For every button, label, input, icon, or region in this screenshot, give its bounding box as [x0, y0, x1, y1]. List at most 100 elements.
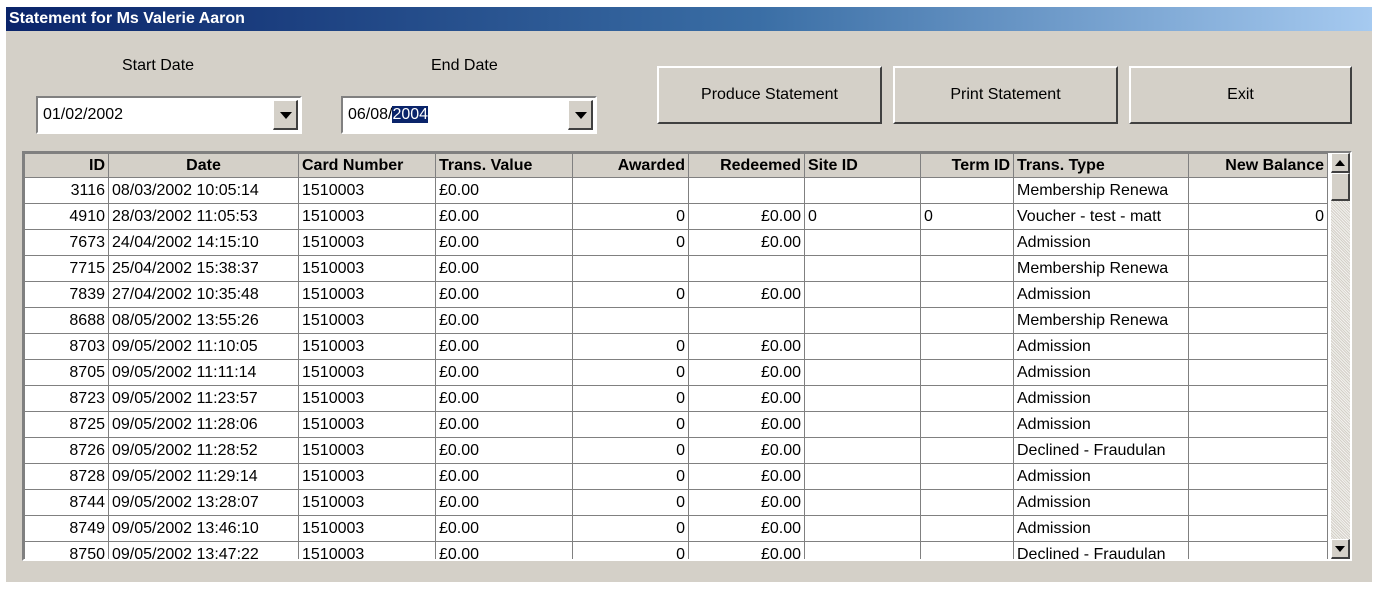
cell-date[interactable]: 09/05/2002 11:28:52 [108, 437, 299, 464]
cell-awarded[interactable]: 0 [572, 541, 689, 559]
cell-redeemed[interactable]: £0.00 [688, 359, 805, 386]
start-date-dropdown-button[interactable] [273, 100, 298, 130]
cell-trans-value[interactable]: £0.00 [435, 437, 573, 464]
scroll-up-button[interactable] [1331, 153, 1350, 173]
cell-trans-type[interactable]: Declined - Fraudulan [1013, 437, 1189, 464]
cell-redeemed[interactable]: £0.00 [688, 385, 805, 412]
cell-id[interactable]: 3116 [24, 177, 109, 204]
cell-id[interactable]: 7715 [24, 255, 109, 282]
cell-awarded[interactable]: 0 [572, 359, 689, 386]
cell-trans-value[interactable]: £0.00 [435, 359, 573, 386]
table-row[interactable]: 3116 08/03/2002 10:05:14 1510003 £0.00 Membe… [24, 177, 1328, 204]
cell-trans-type[interactable]: Declined - Fraudulan [1013, 541, 1189, 559]
cell-awarded[interactable]: 0 [572, 333, 689, 360]
cell-trans-value[interactable]: £0.00 [435, 411, 573, 438]
cell-redeemed[interactable] [688, 307, 805, 334]
cell-redeemed[interactable]: £0.00 [688, 333, 805, 360]
cell-date[interactable]: 28/03/2002 11:05:53 [108, 203, 299, 230]
table-row[interactable]: 8705 09/05/2002 11:11:14 1510003 £0.00 0 £0.0… [24, 359, 1328, 386]
cell-trans-type[interactable]: Voucher - test - matt [1013, 203, 1189, 230]
cell-trans-type[interactable]: Admission [1013, 385, 1189, 412]
cell-site-id[interactable] [804, 411, 921, 438]
cell-date[interactable]: 25/04/2002 15:38:37 [108, 255, 299, 282]
cell-term-id[interactable] [920, 333, 1014, 360]
cell-card-number[interactable]: 1510003 [298, 385, 436, 412]
scrollbar-thumb[interactable] [1331, 173, 1350, 201]
table-row[interactable]: 8749 09/05/2002 13:46:10 1510003 £0.00 0 £0.0… [24, 515, 1328, 542]
cell-awarded[interactable]: 0 [572, 489, 689, 516]
cell-id[interactable]: 7673 [24, 229, 109, 256]
cell-awarded[interactable]: 0 [572, 203, 689, 230]
cell-trans-value[interactable]: £0.00 [435, 307, 573, 334]
cell-date[interactable]: 09/05/2002 11:10:05 [108, 333, 299, 360]
table-row[interactable]: 8723 09/05/2002 11:23:57 1510003 £0.00 0 £0.0… [24, 385, 1328, 412]
cell-new-balance[interactable] [1188, 307, 1328, 334]
cell-term-id[interactable] [920, 385, 1014, 412]
cell-new-balance[interactable] [1188, 281, 1328, 308]
cell-card-number[interactable]: 1510003 [298, 229, 436, 256]
cell-term-id[interactable] [920, 307, 1014, 334]
cell-redeemed[interactable]: £0.00 [688, 463, 805, 490]
cell-date[interactable]: 09/05/2002 11:11:14 [108, 359, 299, 386]
cell-awarded[interactable] [572, 255, 689, 282]
header-redeemed[interactable]: Redeemed [688, 153, 805, 178]
cell-site-id[interactable] [804, 177, 921, 204]
table-row[interactable]: 8728 09/05/2002 11:29:14 1510003 £0.00 0 £0.0… [24, 463, 1328, 490]
cell-site-id[interactable] [804, 437, 921, 464]
cell-id[interactable]: 7839 [24, 281, 109, 308]
cell-new-balance[interactable] [1188, 229, 1328, 256]
cell-trans-type[interactable]: Admission [1013, 333, 1189, 360]
header-trans-type[interactable]: Trans. Type [1013, 153, 1189, 178]
cell-awarded[interactable] [572, 307, 689, 334]
cell-id[interactable]: 8723 [24, 385, 109, 412]
cell-card-number[interactable]: 1510003 [298, 463, 436, 490]
cell-awarded[interactable]: 0 [572, 463, 689, 490]
cell-card-number[interactable]: 1510003 [298, 489, 436, 516]
cell-trans-type[interactable]: Admission [1013, 463, 1189, 490]
cell-term-id[interactable] [920, 541, 1014, 559]
cell-card-number[interactable]: 1510003 [298, 359, 436, 386]
cell-trans-type[interactable]: Membership Renewa [1013, 307, 1189, 334]
cell-term-id[interactable] [920, 359, 1014, 386]
cell-id[interactable]: 8744 [24, 489, 109, 516]
cell-new-balance[interactable] [1188, 255, 1328, 282]
cell-redeemed[interactable]: £0.00 [688, 437, 805, 464]
header-term-id[interactable]: Term ID [920, 153, 1014, 178]
header-date[interactable]: Date [108, 153, 299, 178]
header-new-balance[interactable]: New Balance [1188, 153, 1328, 178]
cell-date[interactable]: 24/04/2002 14:15:10 [108, 229, 299, 256]
cell-term-id[interactable] [920, 515, 1014, 542]
table-row[interactable]: 8688 08/05/2002 13:55:26 1510003 £0.00 Membe… [24, 307, 1328, 334]
cell-id[interactable]: 8726 [24, 437, 109, 464]
cell-awarded[interactable] [572, 177, 689, 204]
cell-site-id[interactable] [804, 385, 921, 412]
cell-id[interactable]: 4910 [24, 203, 109, 230]
cell-trans-type[interactable]: Admission [1013, 515, 1189, 542]
cell-term-id[interactable] [920, 255, 1014, 282]
cell-term-id[interactable] [920, 489, 1014, 516]
cell-card-number[interactable]: 1510003 [298, 515, 436, 542]
header-card-number[interactable]: Card Number [298, 153, 436, 178]
transactions-grid[interactable]: ID Date Card Number Trans. Value Awarded… [22, 151, 1352, 561]
print-statement-button[interactable]: Print Statement [893, 66, 1118, 124]
cell-date[interactable]: 09/05/2002 11:29:14 [108, 463, 299, 490]
scroll-down-button[interactable] [1331, 539, 1350, 559]
cell-new-balance[interactable] [1188, 515, 1328, 542]
cell-term-id[interactable] [920, 437, 1014, 464]
cell-trans-type[interactable]: Admission [1013, 281, 1189, 308]
cell-trans-type[interactable]: Membership Renewa [1013, 177, 1189, 204]
cell-awarded[interactable]: 0 [572, 385, 689, 412]
cell-trans-value[interactable]: £0.00 [435, 281, 573, 308]
cell-awarded[interactable]: 0 [572, 437, 689, 464]
end-date-value[interactable]: 06/08/2004 [348, 106, 429, 124]
cell-id[interactable]: 8750 [24, 541, 109, 559]
table-row[interactable]: 7715 25/04/2002 15:38:37 1510003 £0.00 Membe… [24, 255, 1328, 282]
cell-card-number[interactable]: 1510003 [298, 307, 436, 334]
cell-id[interactable]: 8725 [24, 411, 109, 438]
cell-trans-value[interactable]: £0.00 [435, 515, 573, 542]
cell-id[interactable]: 8705 [24, 359, 109, 386]
table-row[interactable]: 8744 09/05/2002 13:28:07 1510003 £0.00 0 £0.0… [24, 489, 1328, 516]
cell-redeemed[interactable]: £0.00 [688, 203, 805, 230]
cell-trans-value[interactable]: £0.00 [435, 333, 573, 360]
cell-awarded[interactable]: 0 [572, 515, 689, 542]
